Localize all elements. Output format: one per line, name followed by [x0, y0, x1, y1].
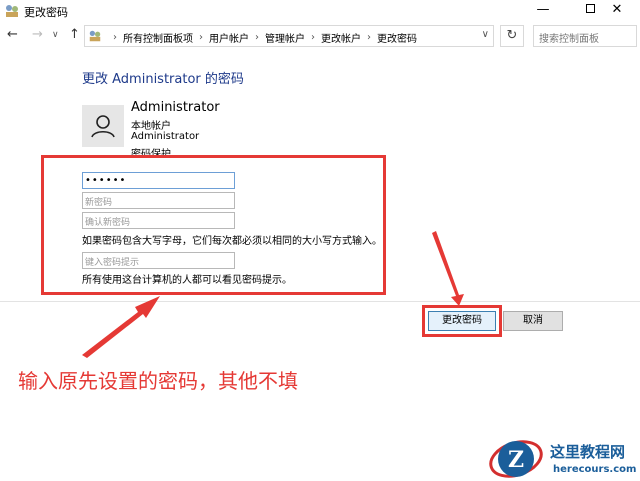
watermark-logo-letter: Z: [508, 447, 524, 473]
annotation-arrows: [82, 231, 464, 358]
watermark-url: herecours.com: [553, 464, 637, 475]
watermark-title: 这里教程网: [550, 443, 626, 461]
watermark-logo: Z: [489, 440, 543, 478]
annotation-instruction: 输入原先设置的密码，其他不填: [18, 369, 298, 393]
arrow-to-fields-icon: [82, 296, 160, 358]
cancel-button[interactable]: 取消: [503, 311, 563, 331]
change-password-button[interactable]: 更改密码: [428, 311, 496, 331]
arrow-to-button-icon: [432, 231, 464, 306]
